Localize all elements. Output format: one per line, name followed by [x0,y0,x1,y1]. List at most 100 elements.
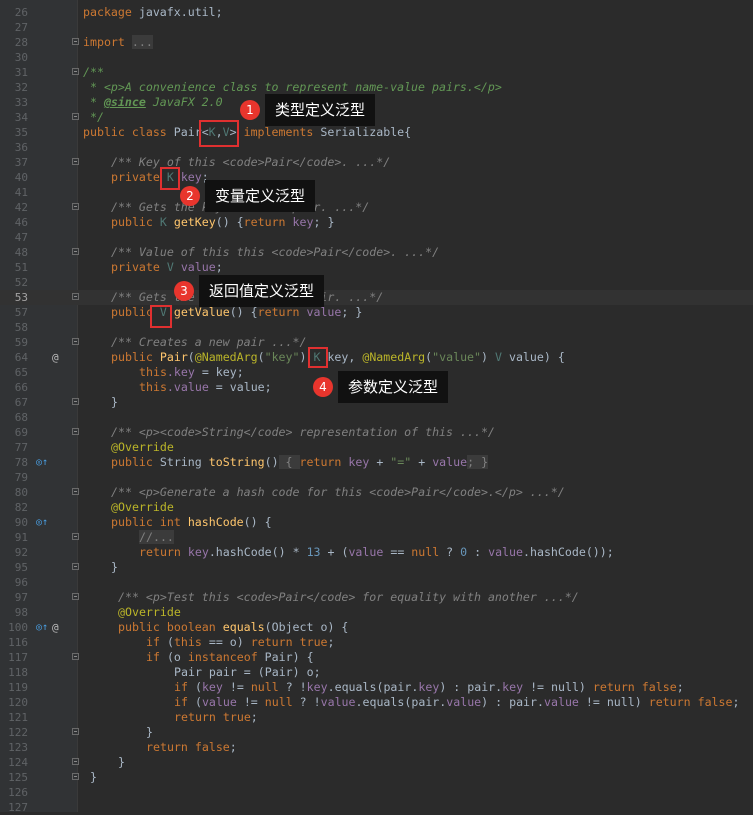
annotation-marker-icon[interactable]: @ [52,350,59,365]
code-line[interactable]: 68 [0,410,753,425]
code-line[interactable]: 47 [0,230,753,245]
code-line[interactable]: 127 [0,800,753,815]
code-token: = key; [194,365,244,379]
override-marker-icon[interactable]: ◎↑ [36,455,48,470]
line-number: 37 [14,156,28,169]
override-marker-icon[interactable]: ◎↑ [36,620,48,635]
fold-toggle-icon[interactable] [72,203,79,210]
override-marker-icon[interactable]: ◎↑ [36,515,48,530]
code-line[interactable]: 58 [0,320,753,335]
code-line[interactable]: 90 ◎↑ public int hashCode() { [0,515,753,530]
fold-toggle-icon[interactable] [72,488,79,495]
code-line[interactable]: 64 @ public Pair(@NamedArg("key") K key, @… [0,350,753,365]
fold-toggle-icon[interactable] [72,338,79,345]
code-line[interactable]: 121 return true; [0,710,753,725]
fold-toggle-icon[interactable] [72,773,79,780]
code-line[interactable]: 32 * <p>A convenience class to represent… [0,80,753,95]
code-line[interactable]: 95} [0,560,753,575]
code-line[interactable]: 41 [0,185,753,200]
code-line[interactable]: 28 import ... [0,35,753,50]
code-token: value) { [501,350,565,364]
code-token: Serializable{ [320,125,412,139]
code-token: + [369,455,391,469]
fold-toggle-icon[interactable] [72,653,79,660]
fold-toggle-icon[interactable] [72,38,79,45]
fold-toggle-icon[interactable] [72,398,79,405]
code-line[interactable]: 116 if (this == o) return true; [0,635,753,650]
code-token: value [544,695,579,709]
code-line[interactable]: 26 package javafx.util; [0,5,753,20]
code-token: ? ! [278,680,307,694]
code-line[interactable]: 92 return key.hashCode() * 13 + (value ==… [0,545,753,560]
code-line[interactable]: 119 if (key != null ? !key.equals(pair.ke… [0,680,753,695]
code-line[interactable]: 57 public V getValue() {return value; } [0,305,753,320]
code-line[interactable]: 124} [0,755,753,770]
fold-toggle-icon[interactable] [72,533,79,540]
code-token: () { [229,305,258,319]
code-token: return [299,455,342,469]
code-line[interactable]: 35 public class Pair<K,V> implements Seri… [0,125,753,140]
code-line[interactable]: 91 //... [0,530,753,545]
code-line[interactable]: 42/** Gets the key for this pair. ...*/ [0,200,753,215]
code-line[interactable]: 48 /** Value of this this <code>Pair</cod… [0,245,753,260]
code-line[interactable]: 46 public K getKey() {return key; } [0,215,753,230]
code-token: public [111,515,153,529]
code-line[interactable]: 82 @Override [0,500,753,515]
code-line[interactable]: 37 /** Key of this <code>Pair</code>. ...… [0,155,753,170]
code-line[interactable]: 80 /** <p>Generate a hash code for this <… [0,485,753,500]
code-line[interactable]: 97 /** <p>Test this <code>Pair</code> for… [0,590,753,605]
code-token: * [83,95,104,109]
code-line[interactable]: 118 Pair pair = (Pair) o; [0,665,753,680]
code-line[interactable]: 31 /** [0,65,753,80]
code-line[interactable]: 30 [0,50,753,65]
code-line[interactable]: 96 [0,575,753,590]
fold-toggle-icon[interactable] [72,248,79,255]
code-line[interactable]: 77 @Override [0,440,753,455]
code-line[interactable]: 98 @Override [0,605,753,620]
code-line[interactable]: 27 [0,20,753,35]
fold-toggle-icon[interactable] [72,68,79,75]
code-line[interactable]: 78 ◎↑ public String toString() { return ke… [0,455,753,470]
code-line[interactable]: 126 [0,785,753,800]
code-text: this.value = value; [139,380,272,395]
code-line[interactable]: 69 /** <p><code>String</code> representat… [0,425,753,440]
fold-toggle-icon[interactable] [72,728,79,735]
code-line[interactable]: 36 [0,140,753,155]
fold-toggle-icon[interactable] [72,158,79,165]
code-token: .value [166,380,209,394]
code-token: true [299,635,328,649]
code-line[interactable]: 51 private V value; [0,260,753,275]
fold-toggle-icon[interactable] [72,428,79,435]
fold-toggle-icon[interactable] [72,563,79,570]
code-line[interactable]: 33 * @since JavaFX 2.0 [0,95,753,110]
line-number: 30 [14,51,28,64]
code-text: this.key = key; [139,365,244,380]
fold-toggle-icon[interactable] [72,113,79,120]
code-line[interactable]: 123 return false; [0,740,753,755]
code-line[interactable]: 120 if (value != null ? !value.equals(pai… [0,695,753,710]
fold-toggle-icon[interactable] [72,758,79,765]
code-text: private V value; [111,260,223,275]
annotation-marker-icon[interactable]: @ [52,620,59,635]
callout-label: 类型定义泛型 [265,94,376,126]
code-line[interactable]: 125} [0,770,753,785]
code-line[interactable]: 53/** Gets the value for this pair. ...*… [0,290,753,305]
code-editor[interactable]: 26 package javafx.util; 27 28 import ... 30 31… [0,0,753,815]
fold-toggle-icon[interactable] [72,293,79,300]
code-line[interactable]: 52 [0,275,753,290]
code-token: false [194,740,230,754]
line-number: 33 [14,96,28,109]
code-line[interactable]: 117 if (o instanceof Pair) { [0,650,753,665]
code-line[interactable]: 79 [0,470,753,485]
code-line[interactable]: 122} [0,725,753,740]
code-token: String [159,455,202,469]
code-line[interactable]: 100 ◎↑ @ public boolean equals(Object o) { [0,620,753,635]
line-number: 123 [8,741,28,754]
code-line[interactable]: 59 /** Creates a new pair ...*/ [0,335,753,350]
code-line[interactable]: 34 */ [0,110,753,125]
code-token: return [146,740,188,754]
code-line[interactable]: 40 private K key; [0,170,753,185]
fold-toggle-icon[interactable] [72,593,79,600]
